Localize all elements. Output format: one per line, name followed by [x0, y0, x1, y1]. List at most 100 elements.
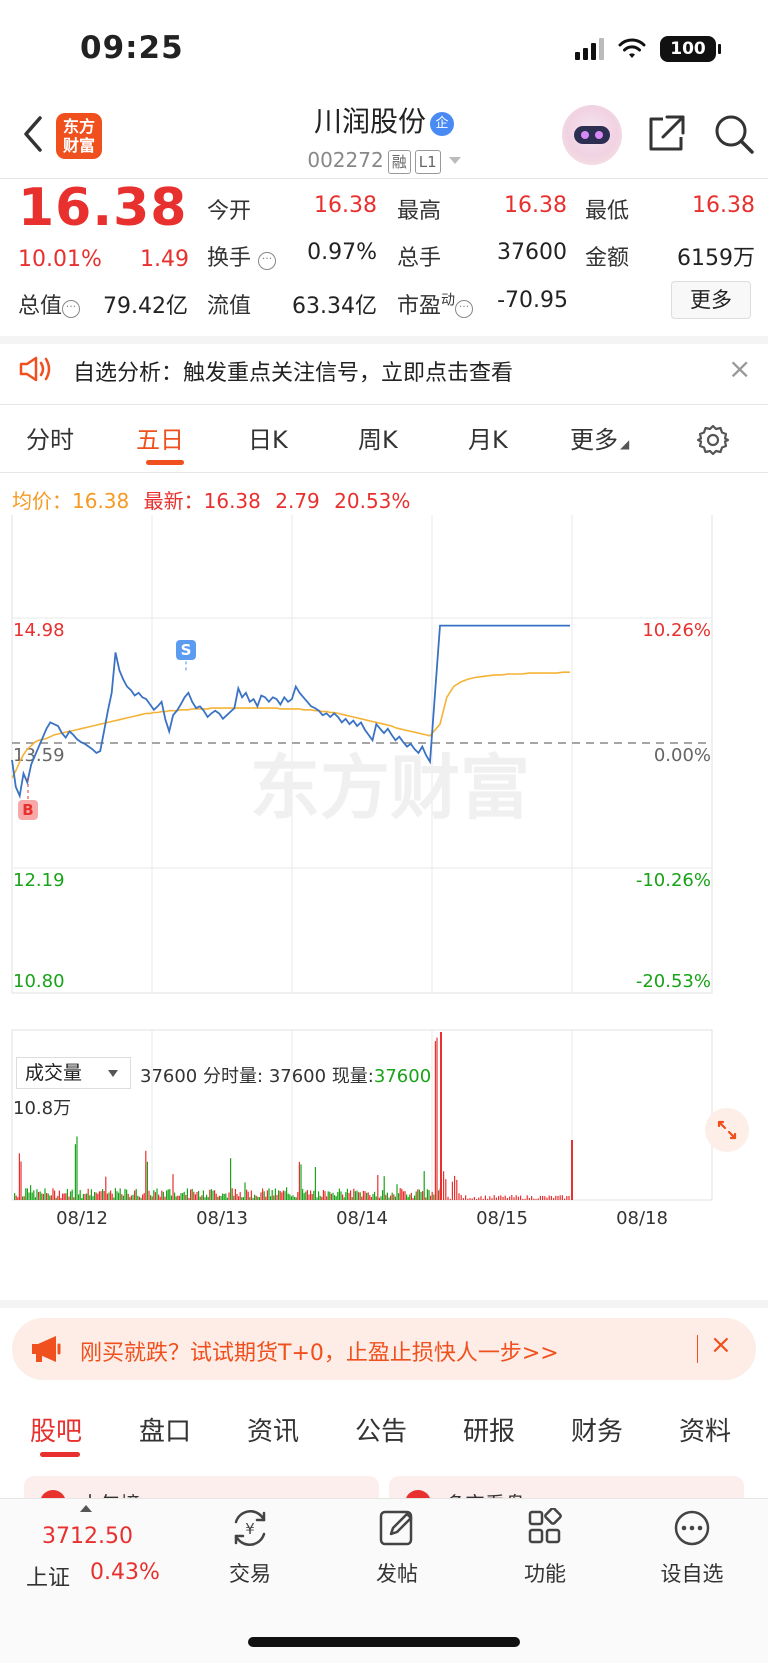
volume-bar: [154, 1192, 156, 1200]
volume-bar: [161, 1190, 163, 1200]
turnover-label[interactable]: 换手 ···: [207, 240, 277, 272]
tab-profile[interactable]: 资料: [679, 1411, 731, 1448]
tab-daily-k[interactable]: 日K: [248, 420, 288, 455]
volume-bar: [297, 1192, 299, 1200]
volume-bar: [135, 1189, 137, 1200]
volume-bar: [39, 1191, 41, 1200]
volume-bar: [178, 1195, 180, 1200]
index-name[interactable]: 上证: [26, 1560, 70, 1592]
tab-announcements[interactable]: 公告: [355, 1411, 407, 1448]
volume-bar: [278, 1190, 280, 1200]
active-tab-indicator: [146, 460, 184, 465]
volume-bar: [404, 1191, 406, 1200]
cards-peek[interactable]: 十年榜 多空看盘: [24, 1468, 744, 1498]
volume-bar: [346, 1188, 348, 1200]
volume-bar: [199, 1196, 201, 1200]
volume-bar: [116, 1191, 118, 1200]
nav-post[interactable]: 发帖: [342, 1508, 452, 1588]
volume-bar: [369, 1195, 371, 1200]
volume-bar: [509, 1196, 511, 1200]
volume-bar: [482, 1198, 484, 1200]
volume-bar: [393, 1194, 395, 1200]
volume-bar: [498, 1196, 500, 1200]
volume-bar: [194, 1194, 196, 1200]
notice-close-button[interactable]: ×: [728, 352, 751, 385]
volume-bar: [292, 1195, 294, 1200]
volume-bar: [324, 1191, 326, 1200]
volume-bar: [367, 1192, 369, 1200]
tab-financials[interactable]: 财务: [571, 1411, 623, 1448]
volume-bar: [254, 1194, 256, 1200]
volume-bar: [25, 1188, 27, 1200]
tab-forum[interactable]: 股吧: [30, 1411, 82, 1448]
five-day-chart[interactable]: 东方财富 16.3814.9813.5912.1910.8020.53%10.2…: [0, 515, 768, 1295]
chart-settings-icon[interactable]: [696, 423, 730, 457]
volume-bar: [105, 1176, 107, 1200]
volume-bar: [134, 1190, 136, 1200]
tab-weekly-k[interactable]: 周K: [358, 420, 398, 455]
volume-bar: [467, 1198, 469, 1200]
tab-intraday[interactable]: 分时: [26, 420, 74, 455]
volume-bar: [150, 1195, 152, 1200]
tab-order-book[interactable]: 盘口: [139, 1411, 191, 1448]
chart-watermark: 东方财富: [250, 747, 530, 829]
promo-text[interactable]: 刚买就跌？试试期货T+0，止盈止损快人一步>>: [80, 1335, 559, 1367]
y-tick-left: 10.80: [13, 971, 65, 992]
volume-bar: [550, 1196, 552, 1200]
tab-monthly-k[interactable]: 月K: [468, 420, 508, 455]
nav-functions[interactable]: 功能: [490, 1507, 600, 1588]
volume-bar: [50, 1195, 52, 1200]
tab-research[interactable]: 研报: [463, 1411, 515, 1448]
card-left[interactable]: 十年榜: [24, 1476, 379, 1498]
tab-more[interactable]: 更多 ◢: [570, 420, 629, 455]
notice-text[interactable]: 自选分析：触发重点关注信号，立即点击查看: [73, 355, 513, 387]
indicator-selector[interactable]: 成交量: [16, 1057, 131, 1089]
volume-bar: [559, 1195, 561, 1200]
volume-bar: [345, 1192, 347, 1200]
nav-trade[interactable]: ¥ 交易: [195, 1508, 305, 1588]
promo-close-button[interactable]: ×: [710, 1330, 732, 1360]
volume-bar: [425, 1197, 427, 1200]
volume-bar: [513, 1197, 515, 1200]
volume-bar: [388, 1197, 390, 1200]
index-percent[interactable]: 0.43%: [90, 1560, 160, 1585]
volume-label: 总手: [397, 246, 442, 271]
cellular-signal-icon: [575, 38, 604, 60]
volume-bar: [294, 1197, 296, 1200]
volume-bar: [118, 1192, 120, 1200]
mktcap-label[interactable]: 总值 ···: [18, 288, 81, 320]
volume-bar: [193, 1191, 195, 1200]
index-up-arrow-icon: [80, 1505, 92, 1512]
strip-percent: 20.53%: [334, 489, 411, 513]
volume-bar: [473, 1197, 475, 1200]
volume-bar: [431, 1191, 433, 1200]
last-value: 16.38: [203, 489, 261, 513]
volume-bar: [571, 1140, 573, 1200]
volume-bar: [20, 1161, 22, 1200]
volume-bar: [31, 1192, 33, 1200]
volume-bar: [420, 1191, 422, 1200]
volume-bar: [423, 1171, 425, 1200]
y-tick-right: -20.53%: [636, 971, 711, 992]
robot-assistant-icon[interactable]: [562, 105, 622, 165]
volume-bar: [22, 1196, 24, 1200]
volume-bar: [119, 1188, 121, 1200]
share-icon[interactable]: [645, 113, 687, 155]
more-quote-button[interactable]: 更多: [671, 281, 751, 319]
volume-bar: [196, 1192, 198, 1200]
volume-bar: [217, 1196, 219, 1200]
volume-bar: [469, 1198, 471, 1200]
card-right[interactable]: 多空看盘: [389, 1476, 744, 1498]
expand-chart-button[interactable]: [705, 1108, 749, 1152]
pe-label[interactable]: 市盈动 ···: [397, 288, 474, 320]
index-value[interactable]: 3712.50: [42, 1524, 133, 1549]
change-percent: 10.01%: [18, 247, 102, 272]
volume-bar: [318, 1191, 320, 1200]
volume-bar: [84, 1193, 86, 1200]
tab-five-day[interactable]: 五日: [136, 420, 184, 455]
search-icon[interactable]: [713, 113, 755, 155]
volume-bar: [17, 1197, 19, 1200]
more-info-icon: ···: [258, 252, 277, 270]
tab-news[interactable]: 资讯: [247, 1411, 299, 1448]
nav-watchlist[interactable]: 设自选: [637, 1508, 747, 1588]
